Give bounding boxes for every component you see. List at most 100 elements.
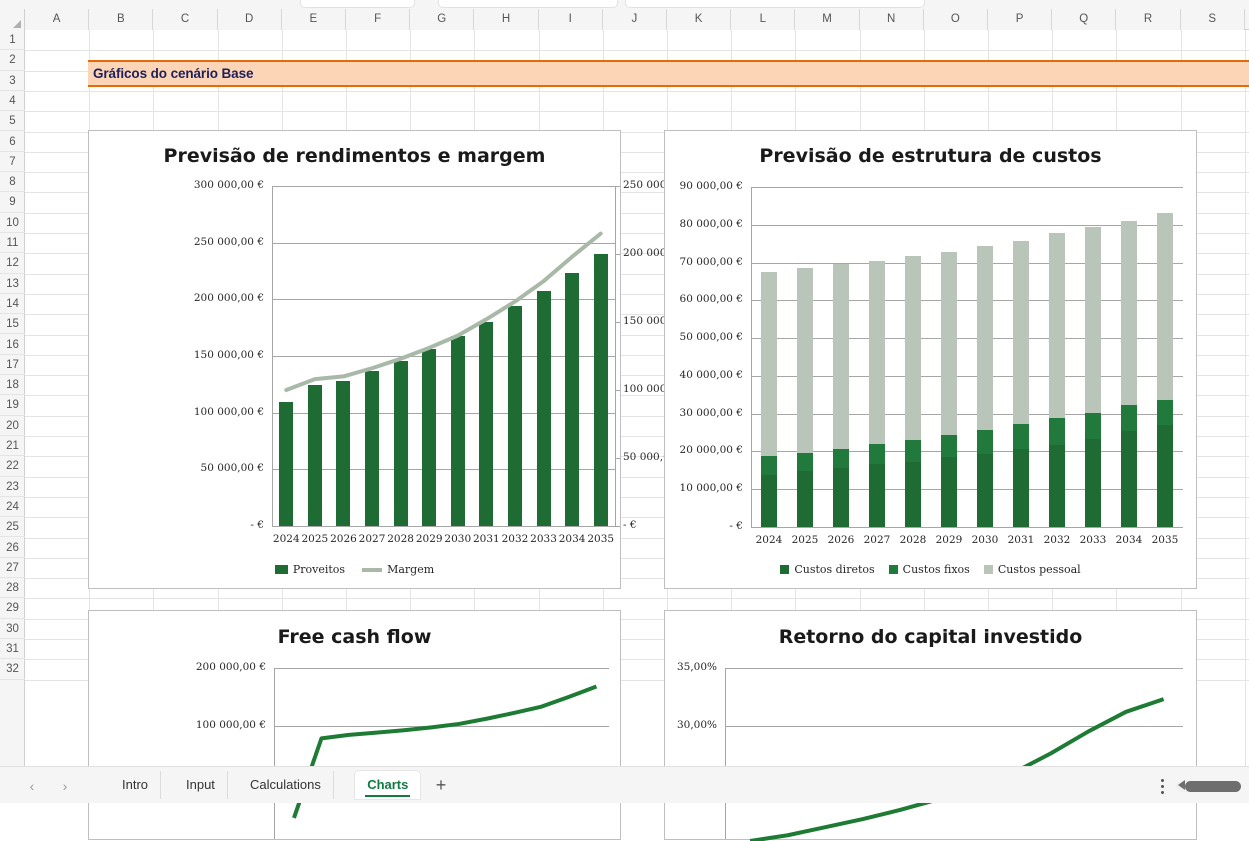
legend-label-custos-pessoal: Custos pessoal bbox=[997, 563, 1081, 576]
row-header-6[interactable]: 6 bbox=[0, 132, 25, 152]
row-header-15[interactable]: 15 bbox=[0, 314, 25, 335]
chart2-bar-custos-diretos-2035 bbox=[1157, 425, 1173, 527]
row-header-27[interactable]: 27 bbox=[0, 558, 25, 579]
chart2-bar-custos-diretos-2034 bbox=[1121, 431, 1137, 527]
row-header-9[interactable]: 9 bbox=[0, 192, 25, 213]
row-header-26[interactable]: 26 bbox=[0, 538, 25, 558]
row-header-13[interactable]: 13 bbox=[0, 274, 25, 294]
row-header-32[interactable]: 32 bbox=[0, 659, 25, 680]
chart1-left-axis-line bbox=[272, 186, 273, 527]
row-header-4[interactable]: 4 bbox=[0, 91, 25, 112]
chart-previsao-estrutura-de-custos[interactable]: Previsão de estrutura de custos - €10 00… bbox=[664, 130, 1197, 589]
select-all-corner[interactable] bbox=[0, 9, 25, 30]
column-header-J[interactable]: J bbox=[602, 9, 667, 30]
sheet-tab-calculations[interactable]: Calculations bbox=[238, 771, 334, 799]
row-header-2[interactable]: 2 bbox=[0, 50, 25, 71]
chart2-legend: Custos diretos Custos fixos Custos pesso… bbox=[665, 563, 1196, 576]
row-header-12[interactable]: 12 bbox=[0, 253, 25, 274]
row-header-5[interactable]: 5 bbox=[0, 111, 25, 132]
column-header-S[interactable]: S bbox=[1180, 9, 1245, 30]
chart2-bar-custos-diretos-2026 bbox=[833, 468, 849, 527]
row-header-21[interactable]: 21 bbox=[0, 436, 25, 457]
column-header-K[interactable]: K bbox=[667, 9, 732, 30]
chart1-y2-tick bbox=[616, 526, 620, 527]
row-header-17[interactable]: 17 bbox=[0, 355, 25, 376]
row-header-1[interactable]: 1 bbox=[0, 30, 25, 51]
chart2-bar-custos-diretos-2029 bbox=[941, 457, 957, 527]
column-header-D[interactable]: D bbox=[217, 9, 282, 30]
column-header-H[interactable]: H bbox=[474, 9, 539, 30]
horizontal-scrollbar-thumb[interactable] bbox=[1185, 781, 1241, 792]
legend-label-custos-fixos: Custos fixos bbox=[902, 563, 970, 576]
chart-retorno-do-capital-investido[interactable]: Retorno do capital investido 25,00%30,00… bbox=[664, 610, 1197, 841]
row-header-11[interactable]: 11 bbox=[0, 233, 25, 254]
chart-previsao-rendimentos-e-margem[interactable]: Previsão de rendimentos e margem - €50 0… bbox=[88, 130, 693, 589]
row-header-14[interactable]: 14 bbox=[0, 294, 25, 315]
column-header-Q[interactable]: Q bbox=[1052, 9, 1117, 30]
chart3-y-axis-label: 200 000,00 € bbox=[195, 661, 266, 673]
column-header-N[interactable]: N bbox=[859, 9, 924, 30]
add-sheet-button[interactable]: + bbox=[430, 775, 452, 795]
row-header-29[interactable]: 29 bbox=[0, 598, 25, 619]
gridline-vertical bbox=[1244, 30, 1246, 766]
chart1-gridline bbox=[272, 469, 615, 471]
row-header-19[interactable]: 19 bbox=[0, 395, 25, 416]
column-header-B[interactable]: B bbox=[89, 9, 154, 30]
row-header-23[interactable]: 23 bbox=[0, 477, 25, 497]
chart1-bar-2031 bbox=[479, 322, 494, 526]
chart2-bar-custos-diretos-2024 bbox=[761, 474, 777, 527]
column-header-E[interactable]: E bbox=[281, 9, 346, 30]
row-header-3[interactable]: 3 bbox=[0, 71, 25, 91]
chart1-y2-tick bbox=[616, 390, 620, 391]
chart2-x-label-2032: 2032 bbox=[1043, 534, 1071, 546]
column-header-F[interactable]: F bbox=[346, 9, 411, 30]
column-header-I[interactable]: I bbox=[538, 9, 603, 30]
row-header-22[interactable]: 22 bbox=[0, 456, 25, 477]
gridline-horizontal bbox=[25, 50, 1249, 52]
chart2-x-label-2025: 2025 bbox=[791, 534, 819, 546]
row-header-7[interactable]: 7 bbox=[0, 152, 25, 173]
row-header-20[interactable]: 20 bbox=[0, 416, 25, 436]
chart-free-cash-flow[interactable]: Free cash flow - €100 000,00 €200 000,00… bbox=[88, 610, 621, 840]
row-header-8[interactable]: 8 bbox=[0, 172, 25, 193]
column-header-L[interactable]: L bbox=[731, 9, 796, 30]
row-header-31[interactable]: 31 bbox=[0, 639, 25, 660]
chart1-x-label-2028: 2028 bbox=[387, 533, 414, 545]
chart2-y-axis-label: 10 000,00 € bbox=[679, 482, 743, 495]
row-header-25[interactable]: 25 bbox=[0, 517, 25, 538]
row-header-24[interactable]: 24 bbox=[0, 497, 25, 518]
chart2-bar-custos-fixos-2026 bbox=[833, 449, 849, 469]
sheet-options-kebab-icon[interactable] bbox=[1161, 779, 1165, 795]
sheet-tab-charts[interactable]: Charts bbox=[355, 771, 421, 799]
column-header-A[interactable]: A bbox=[25, 9, 90, 30]
row-header-30[interactable]: 30 bbox=[0, 619, 25, 639]
chart1-bar-2032 bbox=[507, 306, 522, 526]
spreadsheet-grid[interactable]: ABCDEFGHIJKLMNOPQRS 1 2 3 4 5 6 7 8 9 10 11 12 13 14 1… bbox=[0, 9, 1249, 841]
chart1-bar-2034 bbox=[565, 273, 580, 526]
chart1-x-label-2025: 2025 bbox=[301, 533, 329, 545]
prev-sheet-arrow[interactable]: ‹ bbox=[22, 776, 42, 796]
chart1-bar-2024 bbox=[279, 402, 294, 526]
column-header-R[interactable]: R bbox=[1116, 9, 1181, 30]
sheet-tab-input[interactable]: Input bbox=[174, 771, 228, 799]
row-header-16[interactable]: 16 bbox=[0, 335, 25, 355]
chart1-gridline bbox=[272, 412, 615, 414]
row-header-10[interactable]: 10 bbox=[0, 213, 25, 233]
row-header-18[interactable]: 18 bbox=[0, 375, 25, 396]
sheet-tab-label: Calculations bbox=[250, 777, 321, 792]
sheet-tab-intro[interactable]: Intro bbox=[110, 771, 162, 799]
row-header-28[interactable]: 28 bbox=[0, 578, 25, 599]
chart1-bar-2025 bbox=[307, 385, 322, 526]
chart2-y-axis-label: 30 000,00 € bbox=[679, 406, 743, 419]
scroll-left-arrow-icon[interactable] bbox=[1178, 780, 1185, 790]
column-header-P[interactable]: P bbox=[988, 9, 1053, 30]
column-header-O[interactable]: O bbox=[923, 9, 988, 30]
column-header-G[interactable]: G bbox=[410, 9, 475, 30]
next-sheet-arrow[interactable]: › bbox=[55, 776, 75, 796]
chart2-bar-custos-pessoal-2030 bbox=[977, 246, 993, 431]
legend-item-custos-pessoal: Custos pessoal bbox=[983, 563, 1081, 576]
column-header-M[interactable]: M bbox=[795, 9, 860, 30]
chart2-bar-custos-diretos-2032 bbox=[1049, 444, 1065, 527]
chart1-y2-tick bbox=[616, 186, 620, 187]
column-header-C[interactable]: C bbox=[153, 9, 218, 30]
